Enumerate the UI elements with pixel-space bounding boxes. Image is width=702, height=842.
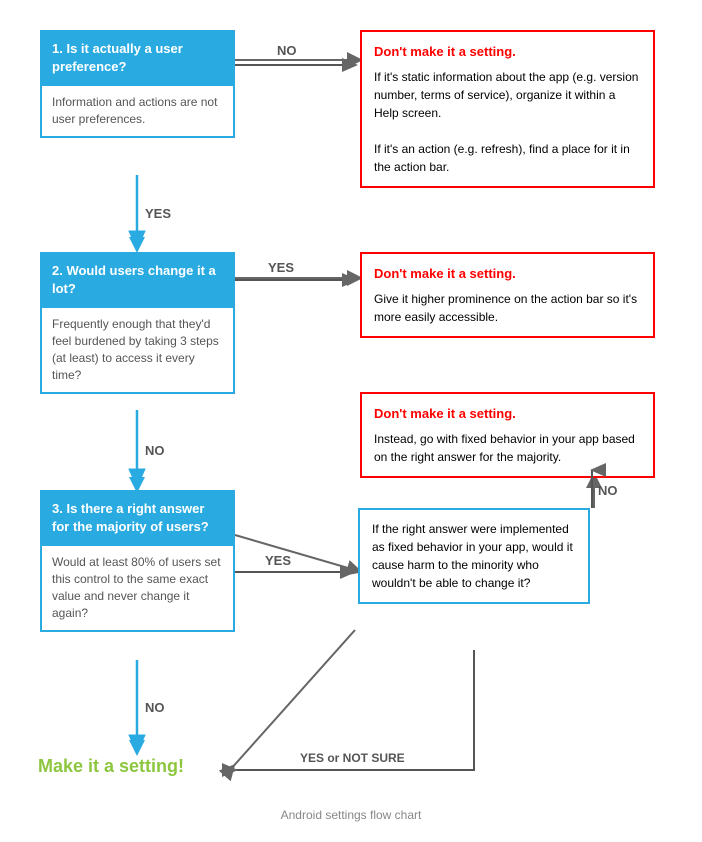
- question-2: 2. Would users change it a lot? Frequent…: [40, 252, 235, 394]
- yes3-label: YES: [265, 553, 291, 568]
- q2-subtext: Frequently enough that they'd feel burde…: [40, 308, 235, 393]
- q3-label: 3. Is there a right answer for the major…: [40, 490, 235, 546]
- r2-title: Don't make it a setting.: [374, 264, 641, 284]
- question-1: 1. Is it actually a user preference? Inf…: [40, 30, 235, 138]
- r3-body: Instead, go with fixed behavior in your …: [374, 430, 641, 466]
- result-1: Don't make it a setting. If it's static …: [360, 30, 655, 188]
- yes2-label: YES: [268, 260, 294, 275]
- no2-label: NO: [145, 443, 165, 458]
- yes1-label: YES: [145, 206, 171, 221]
- r1-title: Don't make it a setting.: [374, 42, 641, 62]
- r3-title: Don't make it a setting.: [374, 404, 641, 424]
- result-3: Don't make it a setting. Instead, go wit…: [360, 392, 655, 478]
- diagram-container: 1. Is it actually a user preference? Inf…: [0, 0, 702, 842]
- no4-label: NO: [145, 700, 165, 715]
- make-setting: Make it a setting!: [38, 756, 184, 777]
- caption: Android settings flow chart: [0, 808, 702, 822]
- question-3: 3. Is there a right answer for the major…: [40, 490, 235, 632]
- yes-or-not-sure-label: YES or NOT SURE: [300, 751, 405, 765]
- q2-label: 2. Would users change it a lot?: [40, 252, 235, 308]
- r1-body: If it's static information about the app…: [374, 68, 641, 176]
- no1-label: NO: [277, 43, 297, 58]
- make-setting-label: Make it a setting!: [38, 756, 184, 776]
- q4-body: If the right answer were implemented as …: [372, 522, 573, 590]
- q1-label: 1. Is it actually a user preference?: [40, 30, 235, 86]
- q1-subtext: Information and actions are not user pre…: [40, 86, 235, 138]
- r2-body: Give it higher prominence on the action …: [374, 290, 641, 326]
- result-2: Don't make it a setting. Give it higher …: [360, 252, 655, 338]
- no3-label: NO: [598, 483, 618, 498]
- q3-subtext: Would at least 80% of users set this con…: [40, 546, 235, 631]
- question-4: If the right answer were implemented as …: [358, 508, 590, 604]
